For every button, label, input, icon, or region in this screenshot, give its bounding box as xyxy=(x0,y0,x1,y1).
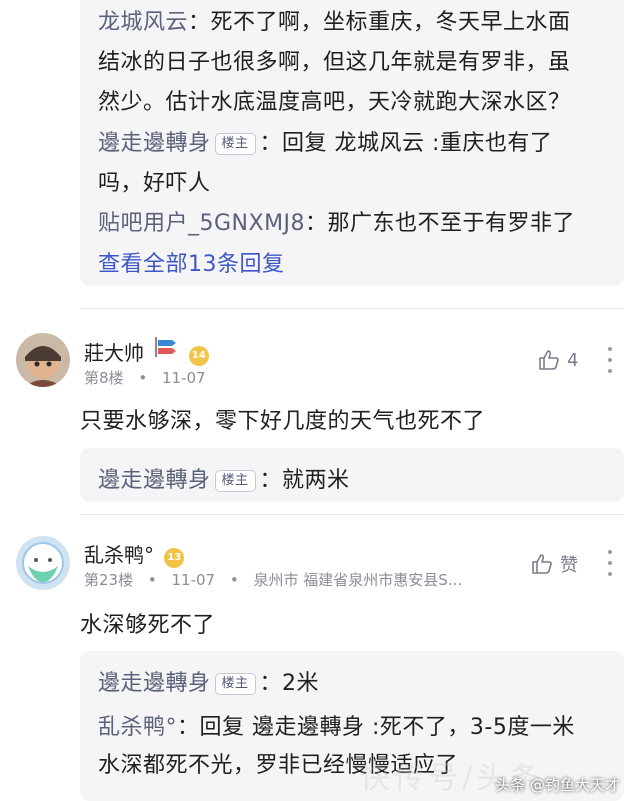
author-name[interactable]: 乱杀鸭° xyxy=(84,543,154,567)
reply-text-cont: 然少。估计水底温度高吧，天冷就跑大深水区？ xyxy=(98,90,571,115)
reply-text: ：2米 xyxy=(259,671,320,696)
reply-item[interactable]: 邊走邊轉身 楼主 ：2米 xyxy=(98,665,614,697)
reply-text-cont: 结冰的日子也很多啊，但这几年就是有罗非，虽 xyxy=(98,50,571,75)
post-location: 泉州市 福建省泉州市惠安县S... xyxy=(253,571,463,589)
thumbs-up-icon xyxy=(539,350,559,370)
like-label: 赞 xyxy=(560,555,578,576)
level-badge: 14 xyxy=(188,345,209,366)
avatar[interactable] xyxy=(16,536,70,590)
reply-text-cont: 吗，好吓人 xyxy=(98,171,211,196)
reply-username[interactable]: 贴吧用户_5GNXMJ8 xyxy=(98,211,305,236)
post-author[interactable]: 莊大帅 14 xyxy=(84,336,209,366)
reply-text: ：回复 邊走邊轉身 :死不了，3-5度一米 xyxy=(177,715,575,740)
op-badge: 楼主 xyxy=(214,133,256,155)
author-name[interactable]: 莊大帅 xyxy=(84,341,144,365)
reply-text: ：那广东也不至于有罗非了 xyxy=(305,211,576,236)
op-badge: 楼主 xyxy=(214,470,256,492)
floor-number: 第23楼 xyxy=(84,571,134,589)
like-button[interactable]: 赞 xyxy=(530,551,578,577)
post-date: 11-07 xyxy=(161,369,206,387)
avatar-image xyxy=(16,333,70,387)
post-meta: 第23楼 • 11-07 • 泉州市 福建省泉州市惠安县S... xyxy=(84,571,463,589)
post-meta: 第8楼 • 11-07 xyxy=(84,369,206,387)
post-author[interactable]: 乱杀鸭° 13 xyxy=(84,539,185,568)
reply-text: ：死不了啊，坐标重庆，冬天早上水面 xyxy=(188,10,571,35)
post-content: 只要水够深，零下好几度的天气也死不了 xyxy=(80,409,486,434)
watermark: 头条 @钓鱼大天才 xyxy=(495,776,620,794)
reply-text: ：就两米 xyxy=(259,468,350,493)
reply-username[interactable]: 邊走邊轉身 xyxy=(98,131,211,156)
post-content: 水深够死不了 xyxy=(80,613,216,638)
reply-item[interactable]: 贴吧用户_5GNXMJ8：那广东也不至于有罗非了 xyxy=(98,205,614,237)
view-all-replies-link[interactable]: 查看全部13条回复 xyxy=(98,246,614,278)
avatar-image xyxy=(16,536,70,590)
floor-number: 第8楼 xyxy=(84,369,124,387)
reply-item[interactable]: 乱杀鸭°：回复 邊走邊轉身 :死不了，3-5度一米 xyxy=(98,709,614,741)
reply-username[interactable]: 龙城风云 xyxy=(98,10,188,35)
avatar[interactable] xyxy=(16,333,70,387)
fish-badge-icon xyxy=(154,336,178,363)
reply-box-floor8: 邊走邊轉身 楼主 ：就两米 xyxy=(80,448,624,502)
reply-item[interactable]: 邊走邊轉身 楼主 ：回复 龙城风云 :重庆也有了 xyxy=(98,125,614,157)
thumbs-up-icon xyxy=(532,554,552,574)
post-date: 11-07 xyxy=(171,571,216,589)
reply-username[interactable]: 乱杀鸭° xyxy=(98,715,177,740)
reply-item[interactable]: 龙城风云：死不了啊，坐标重庆，冬天早上水面 xyxy=(98,4,614,36)
divider xyxy=(80,308,624,309)
reply-item[interactable]: 邊走邊轉身 楼主 ：就两米 xyxy=(98,462,614,494)
divider xyxy=(80,514,624,515)
reply-username[interactable]: 邊走邊轉身 xyxy=(98,468,211,493)
reply-username[interactable]: 邊走邊轉身 xyxy=(98,671,211,696)
like-count: 4 xyxy=(567,349,579,371)
level-badge: 13 xyxy=(164,547,185,568)
op-badge: 楼主 xyxy=(214,673,256,695)
more-options-icon[interactable] xyxy=(607,550,613,576)
reply-box-thread1: 龙城风云：死不了啊，坐标重庆，冬天早上水面 结冰的日子也很多啊，但这几年就是有罗… xyxy=(80,0,624,286)
more-options-icon[interactable] xyxy=(607,347,613,373)
like-button[interactable]: 4 xyxy=(537,348,578,372)
reply-text: ：回复 龙城风云 :重庆也有了 xyxy=(259,131,553,156)
